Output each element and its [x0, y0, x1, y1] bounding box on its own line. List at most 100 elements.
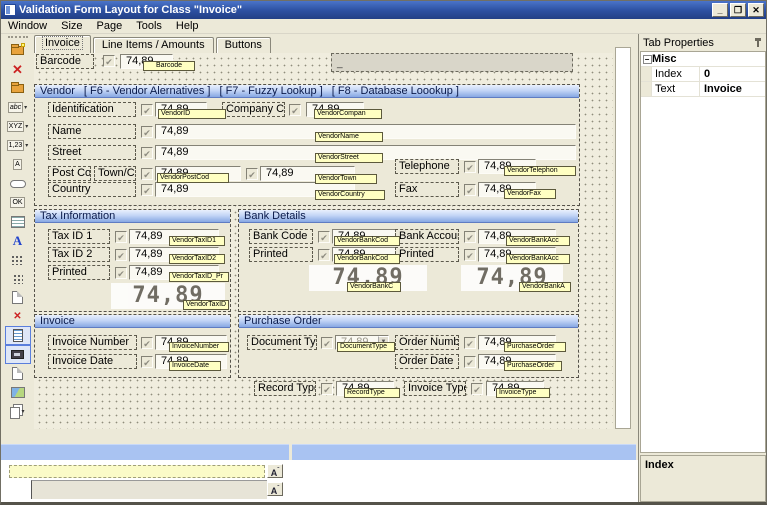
font-button[interactable]: A — [5, 231, 31, 250]
font-increase-button[interactable]: Aˆ — [267, 464, 283, 478]
property-category-misc[interactable]: − Misc — [641, 52, 765, 67]
vendor-telephone-tag[interactable]: VendorTelephon — [504, 166, 576, 176]
vendor-country-tag[interactable]: VendorCountry — [315, 190, 385, 200]
fax-checkbox[interactable]: ✔ — [464, 184, 476, 196]
tax-id-2-label[interactable]: Tax ID 2 — [48, 247, 110, 262]
minimize-button[interactable]: _ — [712, 3, 728, 17]
vendor-group[interactable]: Vendor [ F6 - Vendor Alernatives ] [ F7 … — [34, 84, 580, 206]
telephone-checkbox[interactable]: ✔ — [464, 161, 476, 173]
street-label[interactable]: Street — [48, 145, 136, 160]
bank-code-tag[interactable]: VendorBankCod — [334, 236, 400, 246]
maximize-button[interactable]: ❐ — [730, 3, 746, 17]
company-code-label[interactable]: Company Code — [222, 102, 285, 117]
tax-information-group[interactable]: Tax Information Tax ID 1 ✔ 74,89 VendorT… — [34, 209, 231, 312]
tax-printed-tag[interactable]: VendorTaxID_Pr — [169, 272, 229, 282]
menu-size[interactable]: Size — [54, 19, 89, 34]
bank-account-snippet-tag[interactable]: VendorBankA — [519, 282, 571, 292]
company-code-checkbox[interactable]: ✔ — [289, 104, 301, 116]
tax-id-1-label[interactable]: Tax ID 1 — [48, 229, 110, 244]
delete-form-button[interactable]: ✕ — [5, 60, 31, 79]
street-checkbox[interactable]: ✔ — [141, 147, 153, 159]
name-label[interactable]: Name — [48, 124, 136, 139]
invoice-group[interactable]: Invoice Invoice Number ✔ 74,89 InvoiceNu… — [34, 314, 231, 378]
bank-code-printed-tag[interactable]: VendorBankCod — [334, 254, 400, 264]
telephone-label[interactable]: Telephone — [395, 159, 459, 174]
invoice-number-checkbox[interactable]: ✔ — [141, 337, 153, 349]
design-canvas[interactable]: Barcode ✔ 74,89 Barcode _ Vendor [ F6 - … — [34, 53, 613, 429]
menu-page[interactable]: Page — [90, 19, 130, 34]
barcode-snippet-box[interactable]: _ — [331, 53, 573, 72]
bank-account-printed-tag[interactable]: VendorBankAcc — [506, 254, 570, 264]
order-number-label[interactable]: Order Number — [395, 335, 459, 350]
tab-buttons[interactable]: Buttons — [216, 37, 271, 53]
identification-label[interactable]: Identification — [48, 102, 136, 117]
bank-account-tag[interactable]: VendorBankAcc — [506, 236, 570, 246]
bank-code-printed-checkbox[interactable]: ✔ — [318, 249, 330, 261]
canvas-scrollbar[interactable] — [615, 47, 631, 429]
xyz-field-button[interactable]: XYZ▾ — [5, 117, 31, 136]
town-label[interactable]: Town/Cit — [94, 166, 136, 181]
fax-label[interactable]: Fax — [395, 182, 459, 197]
bank-group-header[interactable]: Bank Details — [239, 210, 578, 223]
tax-id-1-checkbox[interactable]: ✔ — [115, 231, 127, 243]
vendor-name-tag[interactable]: VendorName — [315, 132, 383, 142]
vendor-street-tag[interactable]: VendorStreet — [315, 153, 383, 163]
invoice-type-checkbox[interactable]: ✔ — [471, 383, 483, 395]
record-type-tag[interactable]: RecordType — [344, 388, 400, 398]
bank-account-printed-checkbox[interactable]: ✔ — [464, 249, 476, 261]
post-code-checkbox[interactable]: ✔ — [141, 168, 153, 180]
property-row-index[interactable]: Index 0 — [641, 67, 765, 82]
tax-id-snippet-tag[interactable]: VendorTaxID — [183, 300, 229, 310]
snippet-view-button[interactable] — [5, 345, 31, 364]
bank-code-checkbox[interactable]: ✔ — [318, 231, 330, 243]
toolbar-grip[interactable] — [8, 36, 28, 39]
invoice-date-label[interactable]: Invoice Date — [48, 354, 137, 369]
property-value[interactable]: Invoice — [700, 82, 765, 96]
bank-details-group[interactable]: Bank Details Bank Code ✔ 74,89 VendorBan… — [238, 209, 579, 312]
tax-group-header[interactable]: Tax Information — [35, 210, 230, 223]
tab-line-items[interactable]: Line Items / Amounts — [93, 37, 214, 53]
identification-checkbox[interactable]: ✔ — [141, 104, 153, 116]
list-tool-button[interactable] — [5, 212, 31, 231]
rounded-button-tool[interactable] — [5, 174, 31, 193]
invoice-group-header[interactable]: Invoice — [35, 315, 230, 328]
name-checkbox[interactable]: ✔ — [141, 126, 153, 138]
order-date-checkbox[interactable]: ✔ — [464, 356, 476, 368]
image-button[interactable] — [5, 383, 31, 402]
copy-button[interactable]: ▾ — [5, 402, 31, 421]
invoice-type-tag[interactable]: InvoiceType — [496, 388, 550, 398]
order-number-tag[interactable]: PurchaseOrder — [504, 342, 566, 352]
property-row-text[interactable]: Text Invoice — [641, 82, 765, 97]
tax-printed-label[interactable]: Printed — [48, 265, 110, 280]
record-type-checkbox[interactable]: ✔ — [321, 383, 333, 395]
tab-invoice[interactable]: Invoice — [34, 35, 91, 53]
tax-id-2-tag[interactable]: VendorTaxID2 — [169, 254, 225, 264]
abc-field-button[interactable]: abc▾ — [5, 98, 31, 117]
document-type-checkbox[interactable]: ✔ — [321, 337, 333, 349]
menu-tools[interactable]: Tools — [129, 19, 169, 34]
number-field-button[interactable]: 1,23▾ — [5, 136, 31, 155]
invoice-date-tag[interactable]: InvoiceDate — [169, 361, 221, 371]
remove-button[interactable]: ✕ — [5, 307, 31, 326]
ok-button-tool[interactable]: OK — [5, 193, 31, 212]
tax-printed-checkbox[interactable]: ✔ — [115, 267, 127, 279]
label-button[interactable]: A — [5, 155, 31, 174]
order-number-checkbox[interactable]: ✔ — [464, 337, 476, 349]
collapse-icon[interactable]: − — [643, 55, 652, 64]
vendor-company-tag[interactable]: VendorCompan — [314, 109, 382, 119]
menu-window[interactable]: Window — [1, 19, 54, 34]
document-type-label[interactable]: Document Type — [247, 335, 317, 350]
barcode-tag[interactable]: Barcode — [143, 61, 195, 71]
close-button[interactable]: ✕ — [748, 3, 764, 17]
purchase-group-header[interactable]: Purchase Order — [239, 315, 578, 328]
vendor-id-tag[interactable]: VendorID — [158, 109, 226, 119]
vendor-group-header[interactable]: Vendor [ F6 - Vendor Alernatives ] [ F7 … — [35, 85, 579, 98]
barcode-checkbox[interactable]: ✔ — [103, 55, 115, 67]
bank-account-label[interactable]: Bank Account — [395, 229, 459, 244]
font-decrease-button[interactable]: Aˇ — [267, 482, 283, 496]
invoice-type-label[interactable]: Invoice Type — [404, 381, 466, 396]
form-view-button[interactable] — [5, 326, 31, 345]
align-grid-button[interactable] — [5, 250, 31, 269]
bank-account-printed-label[interactable]: Printed — [395, 247, 459, 262]
vendor-postcode-tag[interactable]: VendorPostCod — [157, 173, 229, 183]
